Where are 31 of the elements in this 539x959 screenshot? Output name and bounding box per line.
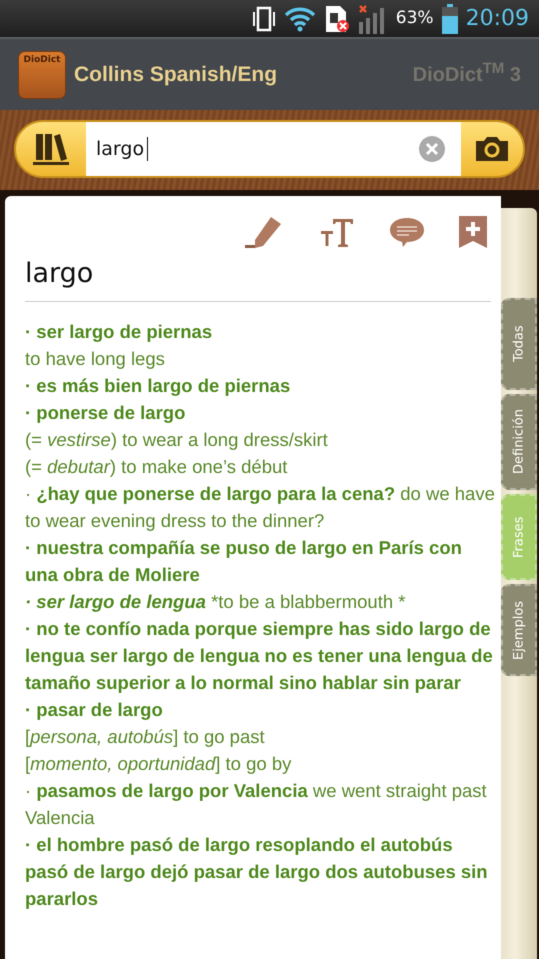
battery-percentage: 63%: [396, 6, 434, 30]
font-size-icon[interactable]: [319, 217, 355, 247]
example-phrase: · es más bien largo de piernas: [25, 374, 292, 398]
side-tab[interactable]: Frases: [501, 494, 537, 580]
side-tab[interactable]: Definición: [501, 394, 537, 490]
translation-text: [persona, autobús] to go past: [25, 724, 266, 749]
example-phrase: · nuestra compañía se puso de largo en París con una obra de Moliere: [25, 536, 463, 586]
translation-text: [momento, oportunidad] to go by: [25, 752, 292, 776]
translation-text: · ¿hay que ponerse de largo para la cena? do we have to wear evening dress to the dinner?: [25, 482, 495, 533]
example-phrase: · ser largo de piernas: [25, 320, 214, 344]
vibrate-icon: [252, 6, 276, 32]
example-phrase: · el hombre pasó de largo resoplando el autobús pasó de largo dejó pasar de largo dos autobuses sin pararlos: [25, 832, 489, 911]
sim-card-icon: [324, 4, 350, 32]
clock: 20:09: [466, 5, 529, 33]
app-icon: DioDict: [18, 50, 66, 98]
example-phrase: · ser largo de lengua *to be a blabbermouth *: [25, 590, 406, 614]
example-phrase: · no te confío nada porque siempre has sido largo de lengua ser largo de lengua no es tener una lengua de tamaño superior a lo normal sino hablar sin parar: [25, 616, 494, 695]
side-tab[interactable]: Todas: [501, 298, 537, 390]
wifi-icon: [284, 6, 316, 32]
side-tab[interactable]: Ejemplos: [501, 584, 537, 676]
battery-icon: [442, 4, 458, 34]
dictionary-title: Collins Spanish/Eng: [74, 62, 278, 88]
speech-bubble-icon[interactable]: [389, 216, 425, 248]
translation-text: to have long legs: [25, 346, 166, 371]
translation-text: (= debutar) to make one’s début: [25, 454, 288, 479]
headword: largo: [25, 254, 491, 302]
translation-text: · pasamos de largo por Valencia we went straight past Valencia: [25, 778, 488, 830]
translation-text: (= vestirse) to wear a long dress/skirt: [25, 428, 329, 452]
example-phrase: · pasar de largo: [25, 698, 164, 722]
bookmark-add-icon[interactable]: [459, 216, 487, 248]
example-phrase: · ponerse de largo: [25, 400, 186, 425]
